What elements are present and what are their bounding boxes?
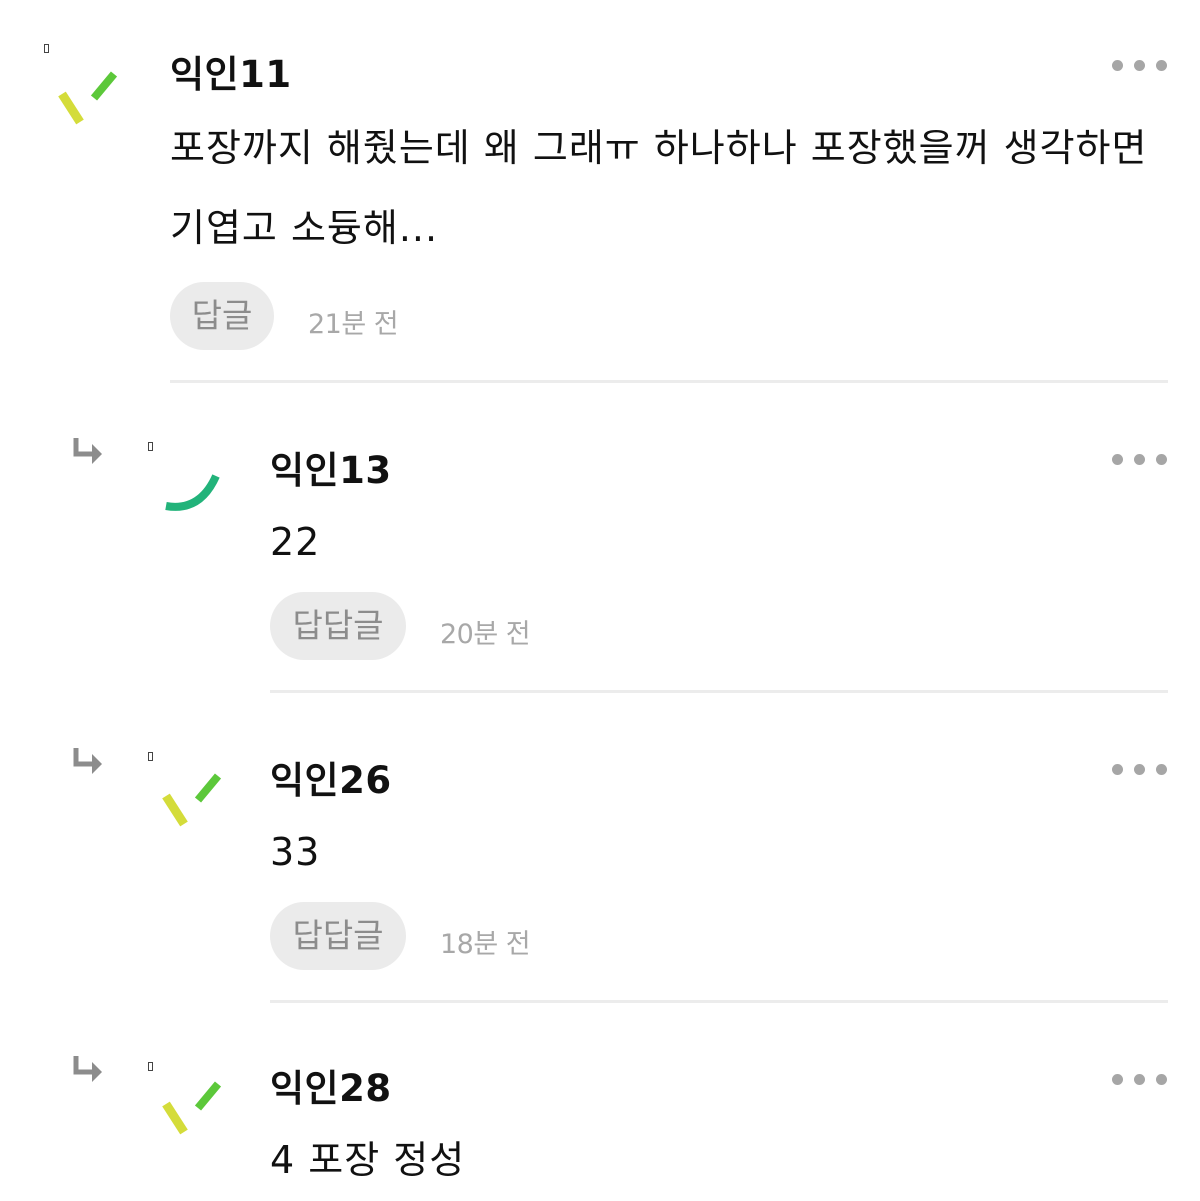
arc-icon bbox=[165, 474, 220, 511]
comment-author[interactable]: 익인11 bbox=[170, 44, 292, 98]
badge-mark bbox=[148, 752, 153, 761]
comment-item: 익인11 포장까지 해줬는데 왜 그래ㅠ 하나하나 포장했을꺼 생각하면 기엽고… bbox=[0, 0, 1200, 384]
comment-text: 22 bbox=[270, 520, 321, 564]
comment-text: 포장까지 해줬는데 왜 그래ㅠ 하나하나 포장했을꺼 생각하면 기엽고 소듕해.… bbox=[170, 126, 1161, 250]
more-options-icon[interactable] bbox=[1112, 762, 1168, 776]
reply-arrow-icon bbox=[73, 438, 102, 464]
confetti-icon bbox=[162, 773, 222, 827]
reply-button[interactable]: 답답글 bbox=[270, 592, 406, 660]
reply-comment-item: 익인26 33 답답글 18분 전 bbox=[0, 694, 1200, 1004]
more-options-icon[interactable] bbox=[1112, 452, 1168, 466]
reply-comment-item: 익인28 4 포장 정성 bbox=[0, 1004, 1200, 1201]
badge-mark bbox=[148, 1062, 153, 1071]
comment-author[interactable]: 익인26 bbox=[270, 750, 392, 804]
reply-comment-item: 익인13 22 답답글 20분 전 bbox=[0, 384, 1200, 694]
reply-button[interactable]: 답답글 bbox=[270, 902, 406, 970]
comment-time: 18분 전 bbox=[440, 929, 531, 960]
reply-arrow-icon bbox=[73, 1056, 102, 1082]
comment-text: 4 포장 정성 bbox=[270, 1138, 466, 1182]
comment-time: 20분 전 bbox=[440, 619, 531, 650]
comment-text: 33 bbox=[270, 830, 321, 874]
badge-mark bbox=[44, 44, 49, 53]
divider bbox=[270, 1000, 1168, 1003]
divider bbox=[270, 690, 1168, 693]
confetti-icon bbox=[162, 1081, 222, 1135]
badge-mark bbox=[148, 442, 153, 451]
comment-time: 21분 전 bbox=[308, 309, 399, 340]
more-options-icon[interactable] bbox=[1112, 58, 1168, 72]
comment-author[interactable]: 익인13 bbox=[270, 440, 392, 494]
reply-button[interactable]: 답글 bbox=[170, 282, 274, 350]
confetti-icon bbox=[58, 71, 118, 125]
divider bbox=[170, 380, 1168, 383]
reply-arrow-icon bbox=[73, 748, 102, 774]
more-options-icon[interactable] bbox=[1112, 1072, 1168, 1086]
comment-author[interactable]: 익인28 bbox=[270, 1058, 392, 1112]
